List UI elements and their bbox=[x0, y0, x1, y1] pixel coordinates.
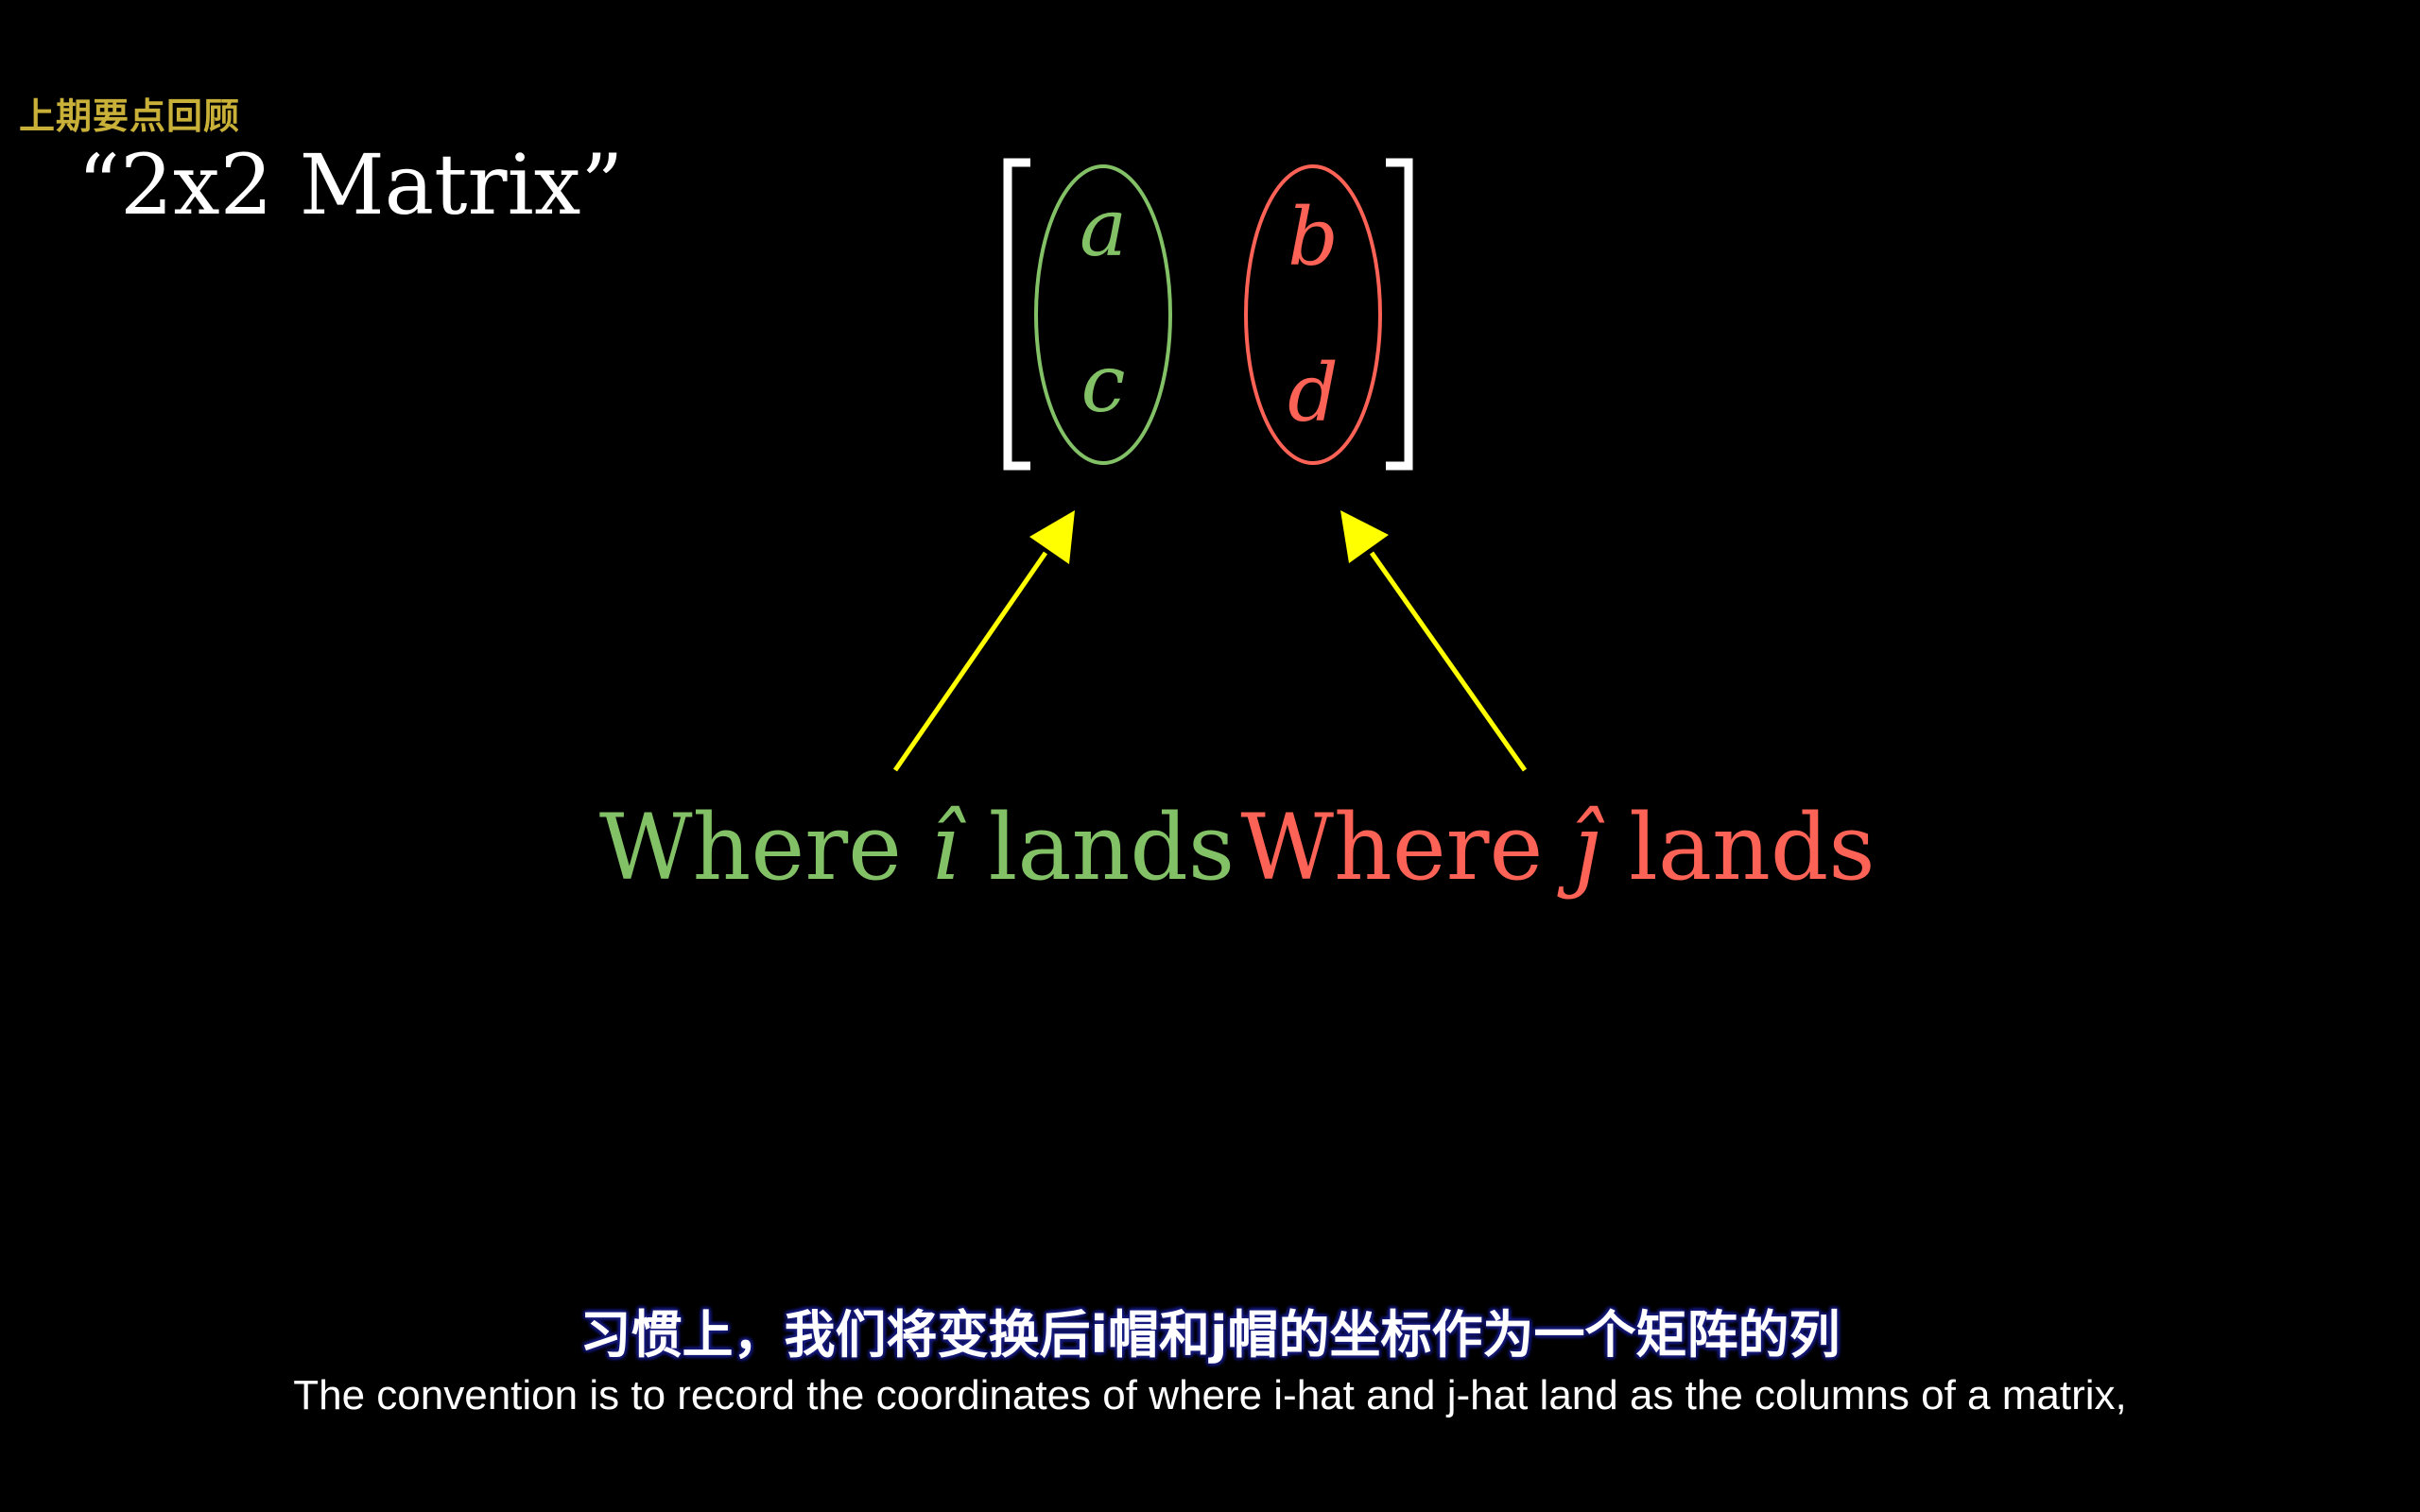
matrix-diagram: a c b d Where î lands Where ĵ lands bbox=[599, 158, 1876, 901]
left-bracket bbox=[1003, 158, 1030, 471]
video-frame: 上期要点回顾 “2x2 Matrix” a c b d Where î land… bbox=[0, 0, 2420, 1512]
j-hat-prefix: Where bbox=[1240, 795, 1572, 901]
j-hat-suffix: lands bbox=[1600, 795, 1876, 901]
i-hat-prefix: Where bbox=[599, 795, 931, 901]
matrix-entry-d: d bbox=[1288, 347, 1339, 439]
matrix-entry-a: a bbox=[1080, 181, 1127, 274]
arrow-up-right-icon bbox=[892, 510, 1075, 772]
subtitle-chinese: 习惯上，我们将变换后i帽和j帽的坐标作为一个矩阵的列 bbox=[579, 1305, 1841, 1365]
i-hat-suffix: lands bbox=[959, 795, 1235, 901]
right-bracket bbox=[1386, 158, 1413, 471]
i-hat-label: Where î lands bbox=[599, 795, 1235, 901]
arrow-up-left-icon bbox=[1340, 510, 1528, 772]
matrix-entry-b: b bbox=[1288, 191, 1339, 284]
j-hat-label: Where ĵ lands bbox=[1240, 795, 1875, 901]
subtitle-english: The convention is to record the coordina… bbox=[293, 1372, 2127, 1418]
matrix-entry-c: c bbox=[1080, 337, 1125, 430]
